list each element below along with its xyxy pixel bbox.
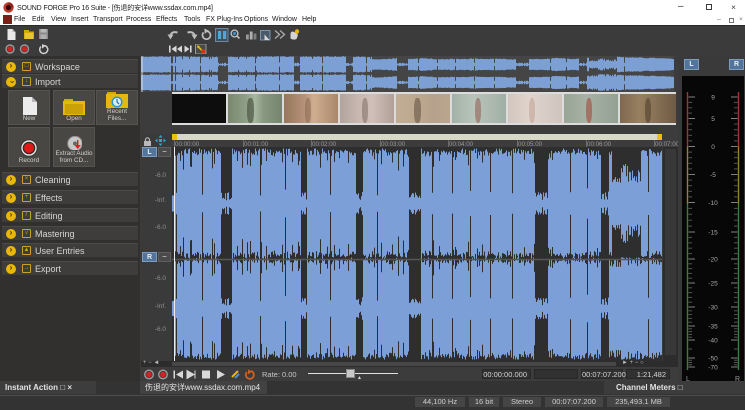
svg-text:-15: -15 (708, 229, 718, 236)
svg-text:-25: -25 (708, 280, 718, 287)
svg-text:0: 0 (711, 144, 715, 151)
svg-text:-40: -40 (708, 337, 718, 344)
svg-text:5: 5 (711, 116, 715, 123)
svg-text:-20: -20 (708, 256, 718, 263)
svg-text:-10: -10 (708, 200, 718, 207)
svg-text:-30: -30 (708, 304, 718, 311)
svg-text:-35: -35 (708, 323, 718, 330)
svg-text:9: 9 (711, 94, 715, 101)
svg-text:-70: -70 (708, 364, 718, 371)
svg-text:-5: -5 (710, 172, 716, 179)
svg-text:-50: -50 (708, 355, 718, 362)
